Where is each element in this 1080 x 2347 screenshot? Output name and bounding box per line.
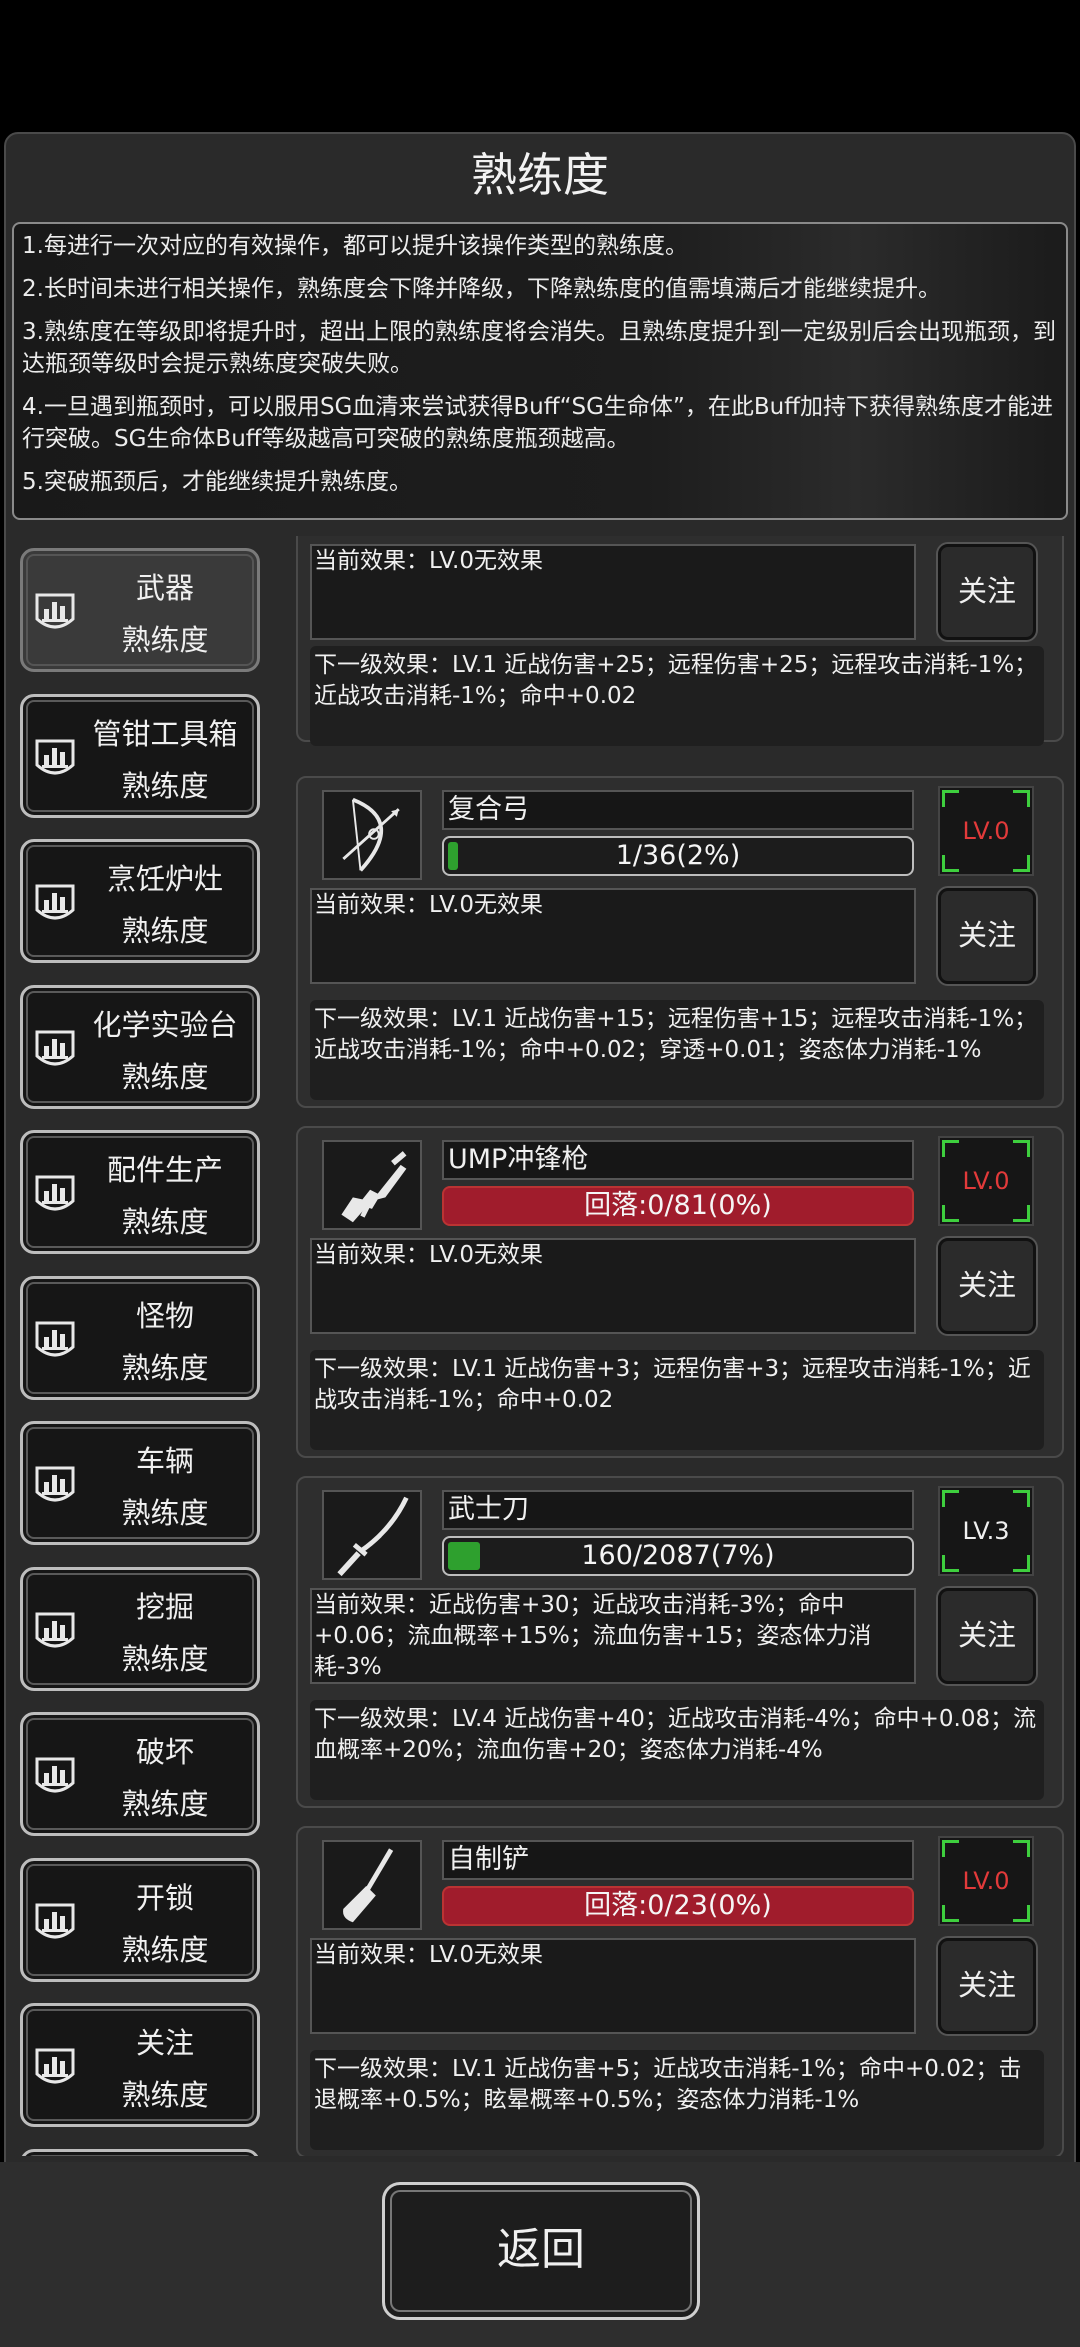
sidebar-item-label: 管钳工具箱 — [92, 716, 238, 751]
proficiency-badge-icon — [33, 880, 77, 928]
level-text: LV.0 — [962, 1167, 1010, 1195]
weapon-name: 自制铲 — [442, 1840, 914, 1880]
sidebar-item-label: 破坏 — [135, 1735, 194, 1769]
level-text: LV.0 — [962, 817, 1010, 845]
level-text: LV.0 — [962, 1867, 1010, 1895]
proficiency-badge-icon — [33, 1608, 77, 1656]
sidebar-item-7[interactable]: 挖掘 熟练度 — [20, 1566, 260, 1691]
current-effect: 当前效果：LV.0无效果 — [310, 888, 916, 984]
sidebar-item-10[interactable]: 关注 熟练度 — [20, 2003, 260, 2127]
sidebar-item-8[interactable]: 破坏 熟练度 — [20, 1712, 260, 1836]
sidebar-item-6[interactable]: 车辆 熟练度 — [20, 1421, 260, 1545]
progress-text: 回落:0/23(0%) — [584, 1890, 772, 1921]
proficiency-badge-icon — [33, 1171, 77, 1219]
next-effect: 下一级效果：LV.1 近战伤害+25；远程伤害+25；远程攻击消耗-1%；近战攻… — [310, 646, 1044, 746]
sidebar-item-2[interactable]: 烹饪炉灶 熟练度 — [20, 839, 260, 963]
level-text: LV.3 — [962, 1517, 1010, 1545]
katana-icon — [322, 1490, 422, 1580]
progress-text: 1/36(2%) — [615, 840, 741, 871]
description-box: 1.每进行一次对应的有效操作，都可以提升该操作类型的熟练度。 2.长时间未进行相… — [12, 222, 1068, 520]
sidebar-item-label: 武器 — [135, 571, 194, 605]
level-badge: LV.3 — [938, 1486, 1034, 1576]
sidebar-item-sublabel: 熟练度 — [121, 2078, 209, 2112]
follow-button[interactable]: 关注 — [938, 544, 1036, 640]
sidebar-item-sublabel: 熟练度 — [121, 1641, 209, 1676]
proficiency-badge-icon — [33, 589, 77, 637]
weapon-name: 复合弓 — [442, 790, 914, 830]
shovel-icon — [322, 1840, 422, 1930]
proficiency-badge-icon — [33, 1317, 77, 1365]
category-sidebar: 武器 熟练度 管钳工具箱 熟练度 烹饪炉灶 熟练度 化学实验台 熟练度 配件生产 熟练度 怪物 熟练度… — [12, 536, 270, 2156]
description-line: 2.长时间未进行相关操作，熟练度会下降并降级，下降熟练度的值需填满后才能继续提升… — [22, 276, 941, 302]
sidebar-item-label: 烹饪炉灶 — [106, 862, 223, 896]
next-effect: 下一级效果：LV.4 近战伤害+40；近战攻击消耗-4%；命中+0.08；流血概… — [310, 1700, 1044, 1800]
current-effect: 当前效果：LV.0无效果 — [310, 1238, 916, 1334]
progress-text: 160/2087(7%) — [581, 1540, 775, 1571]
proficiency-progress-bar: 回落:0/81(0%) — [442, 1186, 914, 1226]
sidebar-item-label: 配件生产 — [106, 1153, 223, 1187]
sidebar-item-label: 关注 — [135, 2026, 194, 2060]
page-title: 熟练度 — [471, 148, 609, 202]
level-badge: LV.0 — [938, 1136, 1034, 1226]
current-effect: 当前效果：LV.0无效果 — [310, 1938, 916, 2034]
follow-button[interactable]: 关注 — [938, 1588, 1036, 1684]
sidebar-item-4[interactable]: 配件生产 熟练度 — [20, 1130, 260, 1254]
follow-button[interactable]: 关注 — [938, 888, 1036, 984]
sidebar-item-more[interactable] — [20, 2148, 260, 2156]
proficiency-progress-bar: 1/36(2%) — [442, 836, 914, 876]
sidebar-item-sublabel: 熟练度 — [121, 1787, 209, 1821]
bow-icon — [322, 790, 422, 880]
description-line: 3.熟练度在等级即将提升时，超出上限的熟练度将会消失。且熟练度提升到一定级别后会… — [22, 319, 1056, 377]
proficiency-badge-icon — [33, 1026, 77, 1074]
sidebar-item-3[interactable]: 化学实验台 熟练度 — [20, 984, 260, 1109]
description-line: 1.每进行一次对应的有效操作，都可以提升该操作类型的熟练度。 — [22, 233, 688, 259]
next-effect: 下一级效果：LV.1 近战伤害+3；远程伤害+3；远程攻击消耗-1%；近战攻击消… — [310, 1350, 1044, 1450]
sidebar-item-5[interactable]: 怪物 熟练度 — [20, 1275, 260, 1400]
follow-button[interactable]: 关注 — [938, 1938, 1036, 2034]
proficiency-badge-icon — [33, 1899, 77, 1947]
weapon-card-partial: 当前效果：LV.0无效果 关注 下一级效果：LV.1 近战伤害+25；远程伤害+… — [296, 536, 1064, 746]
description-line: 5.突破瓶颈后，才能继续提升熟练度。 — [22, 469, 412, 495]
sidebar-item-sublabel: 熟练度 — [121, 1496, 209, 1530]
weapon-card: UMP冲锋枪回落:0/81(0%) LV.0 当前效果：LV.0无效果 关注下一级效果… — [296, 1126, 1064, 1458]
sidebar-item-sublabel: 熟练度 — [121, 768, 209, 803]
proficiency-badge-icon — [33, 735, 77, 783]
sidebar-item-label: 开锁 — [135, 1880, 194, 1915]
sidebar-item-0[interactable]: 武器 熟练度 — [20, 548, 260, 672]
proficiency-badge-icon — [33, 1753, 77, 1801]
sidebar-item-sublabel: 熟练度 — [121, 1205, 209, 1239]
weapon-name: UMP冲锋枪 — [442, 1140, 914, 1180]
proficiency-progress-bar: 回落:0/23(0%) — [442, 1886, 914, 1926]
sidebar-item-9[interactable]: 开锁 熟练度 — [20, 1857, 260, 1982]
progress-text: 回落:0/81(0%) — [584, 1190, 772, 1221]
next-effect: 下一级效果：LV.1 近战伤害+5；近战攻击消耗-1%；命中+0.02；击退概率… — [310, 2050, 1044, 2150]
sidebar-item-label: 车辆 — [135, 1444, 194, 1478]
next-effect: 下一级效果：LV.1 近战伤害+15；远程伤害+15；远程攻击消耗-1%；近战攻… — [310, 1000, 1044, 1100]
level-badge: LV.0 — [938, 1836, 1034, 1926]
proficiency-list: 当前效果：LV.0无效果 关注 下一级效果：LV.1 近战伤害+25；远程伤害+… — [296, 536, 1064, 2156]
back-button[interactable]: 返回 — [382, 2182, 700, 2320]
description-line: 4.一旦遇到瓶颈时，可以服用SG血清来尝试获得Buff“SG生命体”，在此Buf… — [22, 394, 1054, 452]
sidebar-item-sublabel: 熟练度 — [121, 623, 209, 657]
sidebar-item-label: 挖掘 — [135, 1589, 194, 1624]
follow-button[interactable]: 关注 — [938, 1238, 1036, 1334]
weapon-name: 武士刀 — [442, 1490, 914, 1530]
weapon-card: 自制铲回落:0/23(0%) LV.0 当前效果：LV.0无效果 关注下一级效果：LV… — [296, 1826, 1064, 2156]
smg-icon — [322, 1140, 422, 1230]
sidebar-item-sublabel: 熟练度 — [121, 1932, 209, 1967]
sidebar-item-sublabel: 熟练度 — [121, 914, 209, 948]
proficiency-progress-bar: 160/2087(7%) — [442, 1536, 914, 1576]
proficiency-badge-icon — [33, 1462, 77, 1510]
sidebar-item-label: 化学实验台 — [92, 1007, 238, 1042]
current-effect: 当前效果：LV.0无效果 — [310, 544, 916, 640]
weapon-card: 复合弓 1/36(2%) LV.0 当前效果：LV.0无效果 关注下一级效果：LV.1 … — [296, 776, 1064, 1108]
level-badge: LV.0 — [938, 786, 1034, 876]
sidebar-item-label: 怪物 — [135, 1298, 194, 1333]
sidebar-item-1[interactable]: 管钳工具箱 熟练度 — [20, 693, 260, 818]
current-effect: 当前效果：近战伤害+30；近战攻击消耗-3%；命中+0.06；流血概率+15%；… — [310, 1588, 916, 1684]
proficiency-badge-icon — [33, 2044, 77, 2092]
sidebar-item-sublabel: 熟练度 — [121, 1350, 209, 1385]
sidebar-item-sublabel: 熟练度 — [121, 1059, 209, 1094]
weapon-card: 武士刀 160/2087(7%) LV.3 当前效果：近战伤害+30；近战攻击消耗-3… — [296, 1476, 1064, 1808]
